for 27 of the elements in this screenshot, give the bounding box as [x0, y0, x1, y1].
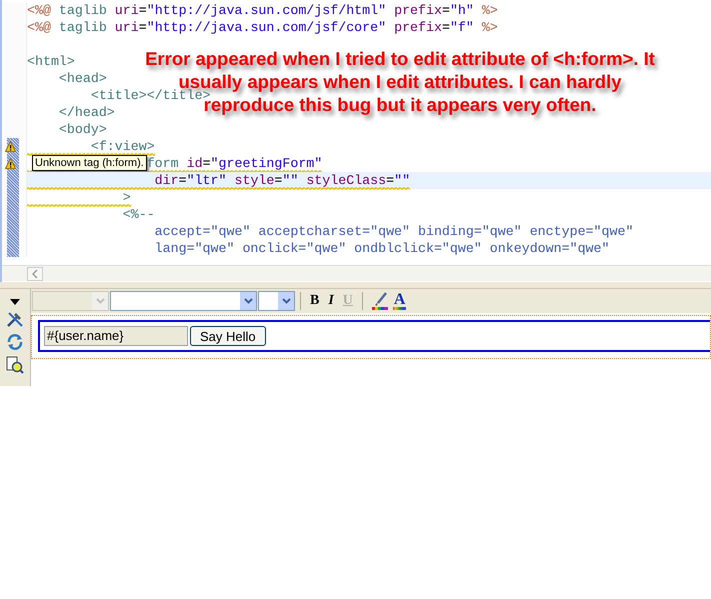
code-line: </head> [58, 104, 115, 121]
italic-button[interactable]: I [324, 293, 338, 309]
refresh-icon[interactable] [6, 333, 24, 351]
input-field[interactable]: #{user.name} [44, 326, 188, 346]
horizontal-scrollbar[interactable] [2, 265, 711, 281]
tools-icon[interactable] [6, 310, 24, 328]
code-line: <body> [58, 121, 107, 138]
scroll-left-button[interactable] [27, 267, 43, 281]
bold-button[interactable]: B [306, 293, 324, 309]
annotation-line: Error appeared when I tried to edit attribute of <h:form>. It [145, 47, 655, 70]
text-color-button[interactable]: A [392, 292, 406, 310]
code-line: <%-- [122, 206, 155, 223]
code-line: lang="qwe" onclick="qwe" ondblclick="qwe" onkeydown="qwe" [154, 240, 610, 257]
tooltip: Unknown tag (h:form). [32, 155, 147, 171]
code-line: <html> [27, 53, 75, 70]
chevron-down-icon[interactable] [282, 298, 290, 304]
code-line: <%@ taglib uri="http://java.sun.com/jsf/html" prefix="h" %> [27, 2, 498, 19]
say-hello-button[interactable]: Say Hello [190, 326, 266, 346]
dropdown-icon[interactable] [10, 299, 20, 305]
find-icon[interactable] [6, 356, 24, 374]
chevron-down-icon[interactable] [244, 298, 252, 304]
code-line: <%@ taglib uri="http://java.sun.com/jsf/core" prefix="f" %> [27, 19, 498, 36]
brush-icon[interactable] [370, 292, 389, 310]
font-combo[interactable] [258, 291, 295, 311]
code-line: <head> [58, 70, 107, 87]
code-line: accept="qwe" acceptcharset="qwe" binding="qwe" enctype="qwe" [154, 223, 634, 240]
font-combo[interactable] [110, 291, 257, 311]
